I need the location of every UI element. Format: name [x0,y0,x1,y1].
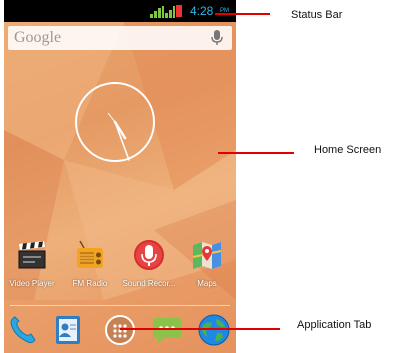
radio-icon [77,240,103,268]
second-hand [107,112,116,123]
status-bar-callout: Status Bar [291,9,343,21]
all-apps-icon[interactable] [103,313,137,347]
contacts-icon[interactable] [51,313,85,347]
phone-screen: 4:28 PM Google Video Player FM Radio Sou… [4,0,236,353]
dock-divider [10,305,230,306]
browser-globe-icon[interactable] [197,313,231,347]
home-screen-callout: Home Screen [314,144,382,156]
status-time: 4:28 [190,4,214,18]
clapperboard-icon [18,241,46,269]
battery-icon [176,5,182,17]
app-fm-radio[interactable]: FM Radio [61,239,119,288]
status-bar: 4:28 PM [4,0,236,22]
mic-icon[interactable] [210,30,224,46]
status-bar-pointer [215,13,270,15]
app-maps[interactable]: Maps [178,239,236,288]
signal-icon [150,6,164,18]
phone-icon[interactable] [6,313,40,347]
wallpaper [4,22,236,353]
application-tab-pointer [120,328,280,330]
google-search-bar[interactable]: Google [8,26,232,50]
map-icon [192,242,222,269]
messaging-icon[interactable] [150,313,184,347]
signal-icon [165,6,175,18]
microphone-icon [134,240,164,270]
home-screen-pointer [218,152,294,154]
app-label: FM Radio [72,279,108,288]
app-video-player[interactable]: Video Player [4,239,61,288]
app-label: Video Player [9,279,55,288]
app-sound-recorder[interactable]: Sound Recor... [120,239,178,288]
analog-clock-widget[interactable] [73,80,157,164]
minute-hand [114,121,130,161]
app-label: Sound Recor... [122,279,176,288]
app-label: Maps [197,279,217,288]
search-brand: Google [14,29,62,46]
application-tab-callout: Application Tab [297,319,372,331]
